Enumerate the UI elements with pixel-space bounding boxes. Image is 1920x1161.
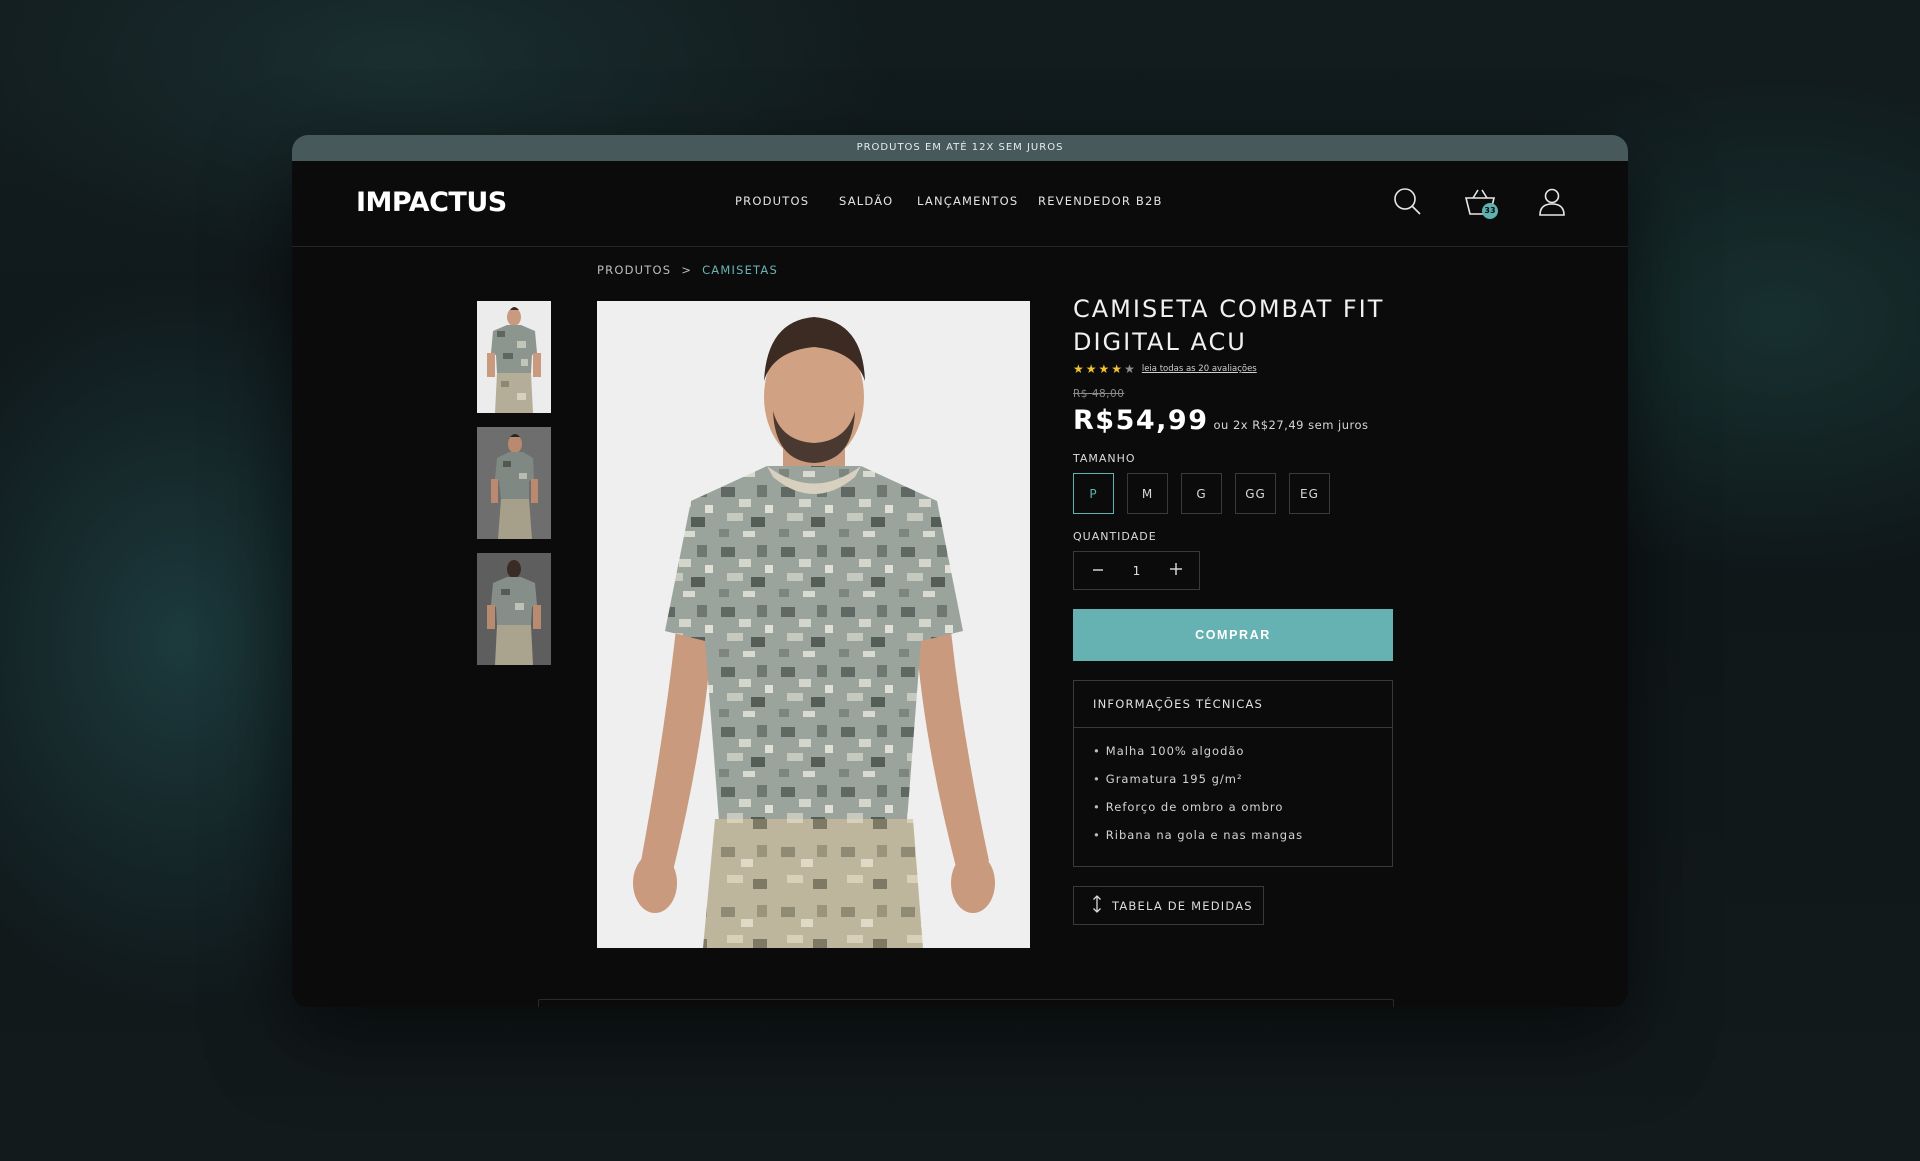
star-icon: ★ (1098, 362, 1110, 376)
price-row: R$54,99 ou 2x R$27,49 sem juros (1073, 405, 1393, 436)
quantity-value[interactable]: 1 (1133, 564, 1141, 578)
size-option-m[interactable]: M (1127, 473, 1168, 514)
product-thumbnail-side[interactable] (477, 427, 551, 539)
star-icon: ★ (1085, 362, 1097, 376)
size-label: TAMANHO (1073, 452, 1136, 465)
nav-item-produtos[interactable]: PRODUTOS (735, 194, 839, 208)
breadcrumb-root[interactable]: PRODUTOS (597, 263, 671, 277)
nav-item-revendedor-b2b[interactable]: REVENDEDOR B2B (1038, 194, 1163, 208)
breadcrumb-current[interactable]: CAMISETAS (702, 263, 778, 277)
size-option-eg[interactable]: EG (1289, 473, 1330, 514)
reviews-link[interactable]: leia todas as 20 avaliações (1142, 364, 1257, 374)
search-icon[interactable] (1392, 185, 1424, 219)
user-icon[interactable] (1536, 185, 1568, 219)
tech-info-item: Gramatura 195 g/m² (1093, 772, 1373, 800)
product-title: CAMISETA COMBAT FIT DIGITAL ACU (1073, 295, 1385, 356)
main-nav: PRODUTOS SALDÃO LANÇAMENTOS REVENDEDOR B… (735, 194, 1163, 208)
star-icon: ★ (1073, 362, 1084, 376)
tech-info-item: Reforço de ombro a ombro (1093, 800, 1373, 828)
quantity-label: QUANTIDADE (1073, 530, 1157, 543)
size-option-p[interactable]: P (1073, 473, 1114, 514)
star-empty-icon: ★ (1124, 362, 1135, 376)
tech-info-list: Malha 100% algodão Gramatura 195 g/m² Re… (1074, 728, 1392, 866)
product-thumbnail-back[interactable] (477, 553, 551, 665)
minus-icon[interactable] (1092, 561, 1104, 580)
product-info: CAMISETA COMBAT FIT DIGITAL ACU ★ ★ ★ ★ … (1073, 293, 1393, 925)
buy-button[interactable]: COMPRAR (1073, 609, 1393, 661)
old-price: R$ 48,00 (1073, 388, 1125, 400)
size-chart-label: TABELA DE MEDIDAS (1112, 898, 1253, 913)
product-thumbnail-front[interactable] (477, 301, 551, 413)
header-icons: 33 (1392, 185, 1568, 219)
current-price: R$54,99 (1073, 405, 1209, 436)
browser-window: PRODUTOS EM ATÉ 12X SEM JUROS IMPACTUS P… (292, 135, 1628, 1007)
tech-info-item: Ribana na gola e nas mangas (1093, 828, 1373, 856)
promo-bar: PRODUTOS EM ATÉ 12X SEM JUROS (292, 135, 1628, 161)
breadcrumb: PRODUTOS > CAMISETAS (597, 263, 778, 277)
vertical-arrows-icon (1092, 895, 1102, 916)
site-header: IMPACTUS PRODUTOS SALDÃO LANÇAMENTOS REV… (292, 161, 1628, 247)
plus-icon[interactable] (1169, 561, 1183, 580)
size-option-g[interactable]: G (1181, 473, 1222, 514)
size-option-gg[interactable]: GG (1235, 473, 1276, 514)
tech-info-header[interactable]: INFORMAÇÕES TÉCNICAS (1074, 681, 1392, 728)
cart-icon[interactable]: 33 (1464, 185, 1498, 219)
tech-info-panel: INFORMAÇÕES TÉCNICAS Malha 100% algodão … (1073, 680, 1393, 867)
breadcrumb-separator: > (681, 263, 693, 277)
product-rating: ★ ★ ★ ★ ★ leia todas as 20 avaliações (1073, 362, 1393, 376)
size-selector: P M G GG EG (1073, 473, 1393, 514)
installment-text: ou 2x R$27,49 sem juros (1213, 418, 1369, 432)
nav-item-lancamentos[interactable]: LANÇAMENTOS (917, 194, 1038, 208)
quantity-stepper: 1 (1073, 551, 1200, 590)
tech-info-item: Malha 100% algodão (1093, 744, 1373, 772)
cart-count-badge: 33 (1482, 203, 1498, 219)
next-section-edge (538, 999, 1394, 1007)
promo-text: PRODUTOS EM ATÉ 12X SEM JUROS (856, 142, 1064, 153)
product-main-image[interactable] (597, 301, 1030, 948)
nav-item-saldao[interactable]: SALDÃO (839, 194, 917, 208)
logo[interactable]: IMPACTUS (356, 187, 507, 218)
star-icon: ★ (1111, 362, 1123, 376)
size-chart-button[interactable]: TABELA DE MEDIDAS (1073, 886, 1264, 925)
product-thumbnails (477, 301, 551, 665)
